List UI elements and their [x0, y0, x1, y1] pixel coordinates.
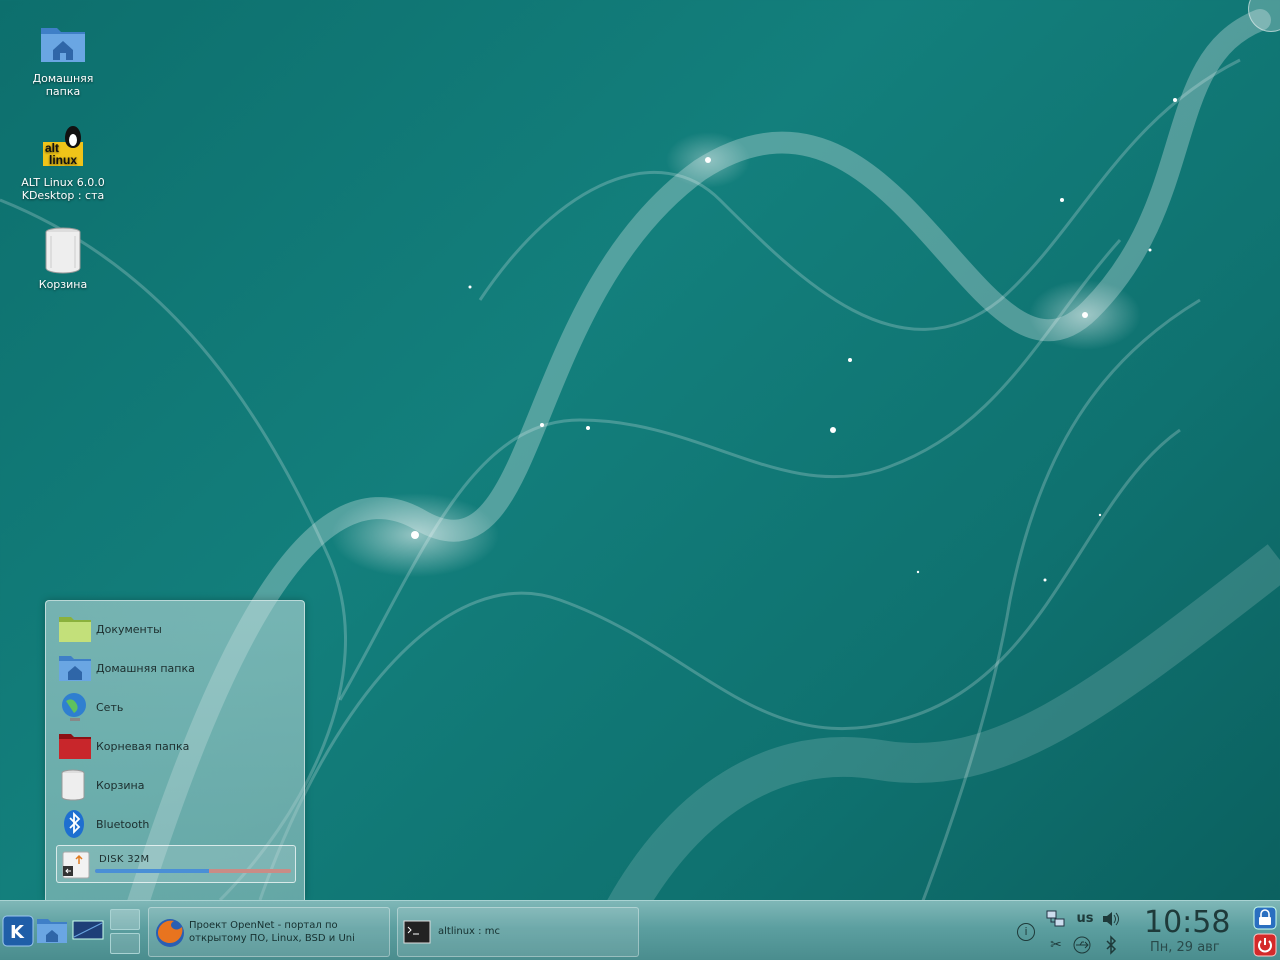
task-label: altlinux : mc	[438, 926, 500, 937]
places-item-disk[interactable]: DISK 32M	[56, 845, 296, 883]
places-item-label: Документы	[96, 622, 162, 636]
taskbar: K Проект OpenNet - портал по открытому П…	[0, 900, 1280, 960]
home-folder-icon	[39, 20, 87, 68]
disk-label: DISK 32M	[99, 854, 150, 865]
places-item-label: Bluetooth	[96, 817, 150, 831]
disk-usage-fill	[95, 869, 209, 873]
desktop-icon-label: Корзина	[38, 278, 88, 291]
desktop-icon-label: ALT Linux 6.0.0 KDesktop : ста	[21, 176, 105, 202]
usb-drive-icon	[61, 850, 91, 880]
desktop-icon-alt-linux[interactable]: alt linux ALT Linux 6.0.0 KDesktop : ста	[8, 124, 118, 202]
trash-icon	[39, 226, 87, 274]
desktop-icon-trash[interactable]: Корзина	[8, 226, 118, 291]
clipboard-scissors-icon[interactable]: ✂	[1046, 935, 1066, 955]
clock-time[interactable]: 10:58	[1144, 905, 1230, 940]
desktop-icon-label: Домашняя папка	[32, 72, 94, 98]
places-item-label: Сеть	[96, 700, 124, 714]
svg-text:K: K	[10, 922, 25, 943]
bluetooth-icon	[58, 808, 92, 840]
clock-date: Пн, 29 авг	[1150, 940, 1220, 955]
places-item-bluetooth[interactable]: Bluetooth	[56, 806, 296, 842]
show-desktop-icon[interactable]	[72, 915, 104, 947]
trash-icon	[58, 769, 92, 801]
root-folder-icon	[58, 730, 92, 762]
pager-widget[interactable]	[110, 909, 140, 955]
alt-linux-logo: alt linux	[39, 124, 87, 172]
bluetooth-icon[interactable]	[1101, 935, 1121, 955]
places-item-label: Домашняя папка	[96, 661, 195, 675]
task-firefox[interactable]: Проект OpenNet - портал по открытому ПО,…	[148, 907, 390, 957]
places-item-documents[interactable]: Документы	[56, 611, 296, 647]
home-folder-icon[interactable]	[36, 915, 68, 947]
terminal-icon	[403, 920, 431, 944]
keyboard-layout-indicator[interactable]: us	[1072, 909, 1098, 929]
task-terminal[interactable]: altlinux : mc	[397, 907, 639, 957]
svg-text:linux: linux	[49, 153, 77, 167]
usb-device-icon[interactable]	[1072, 935, 1092, 955]
places-item-trash[interactable]: Корзина	[56, 767, 296, 803]
firefox-icon	[154, 917, 186, 949]
task-label: Проект OpenNet - портал по открытому ПО,…	[189, 920, 355, 944]
desktop-icon-home[interactable]: Домашняя папка	[8, 20, 118, 98]
places-item-label: Корневая папка	[96, 739, 190, 753]
home-folder-icon	[58, 652, 92, 684]
disk-usage-bar	[95, 869, 291, 873]
places-item-home[interactable]: Домашняя папка	[56, 650, 296, 686]
places-item-root[interactable]: Корневая папка	[56, 728, 296, 764]
logout-button[interactable]	[1253, 933, 1277, 957]
notifications-icon[interactable]: i	[1017, 923, 1035, 941]
places-item-label: Корзина	[96, 778, 145, 792]
application-launcher-button[interactable]: K	[2, 915, 34, 947]
network-icon[interactable]	[1046, 909, 1066, 929]
documents-folder-icon	[58, 613, 92, 645]
places-popup: Документы Домашняя папка Сеть Корневая п…	[45, 600, 305, 900]
volume-icon[interactable]	[1101, 909, 1121, 929]
places-item-network[interactable]: Сеть	[56, 689, 296, 725]
network-globe-icon	[58, 691, 92, 723]
lock-screen-button[interactable]	[1253, 906, 1277, 930]
